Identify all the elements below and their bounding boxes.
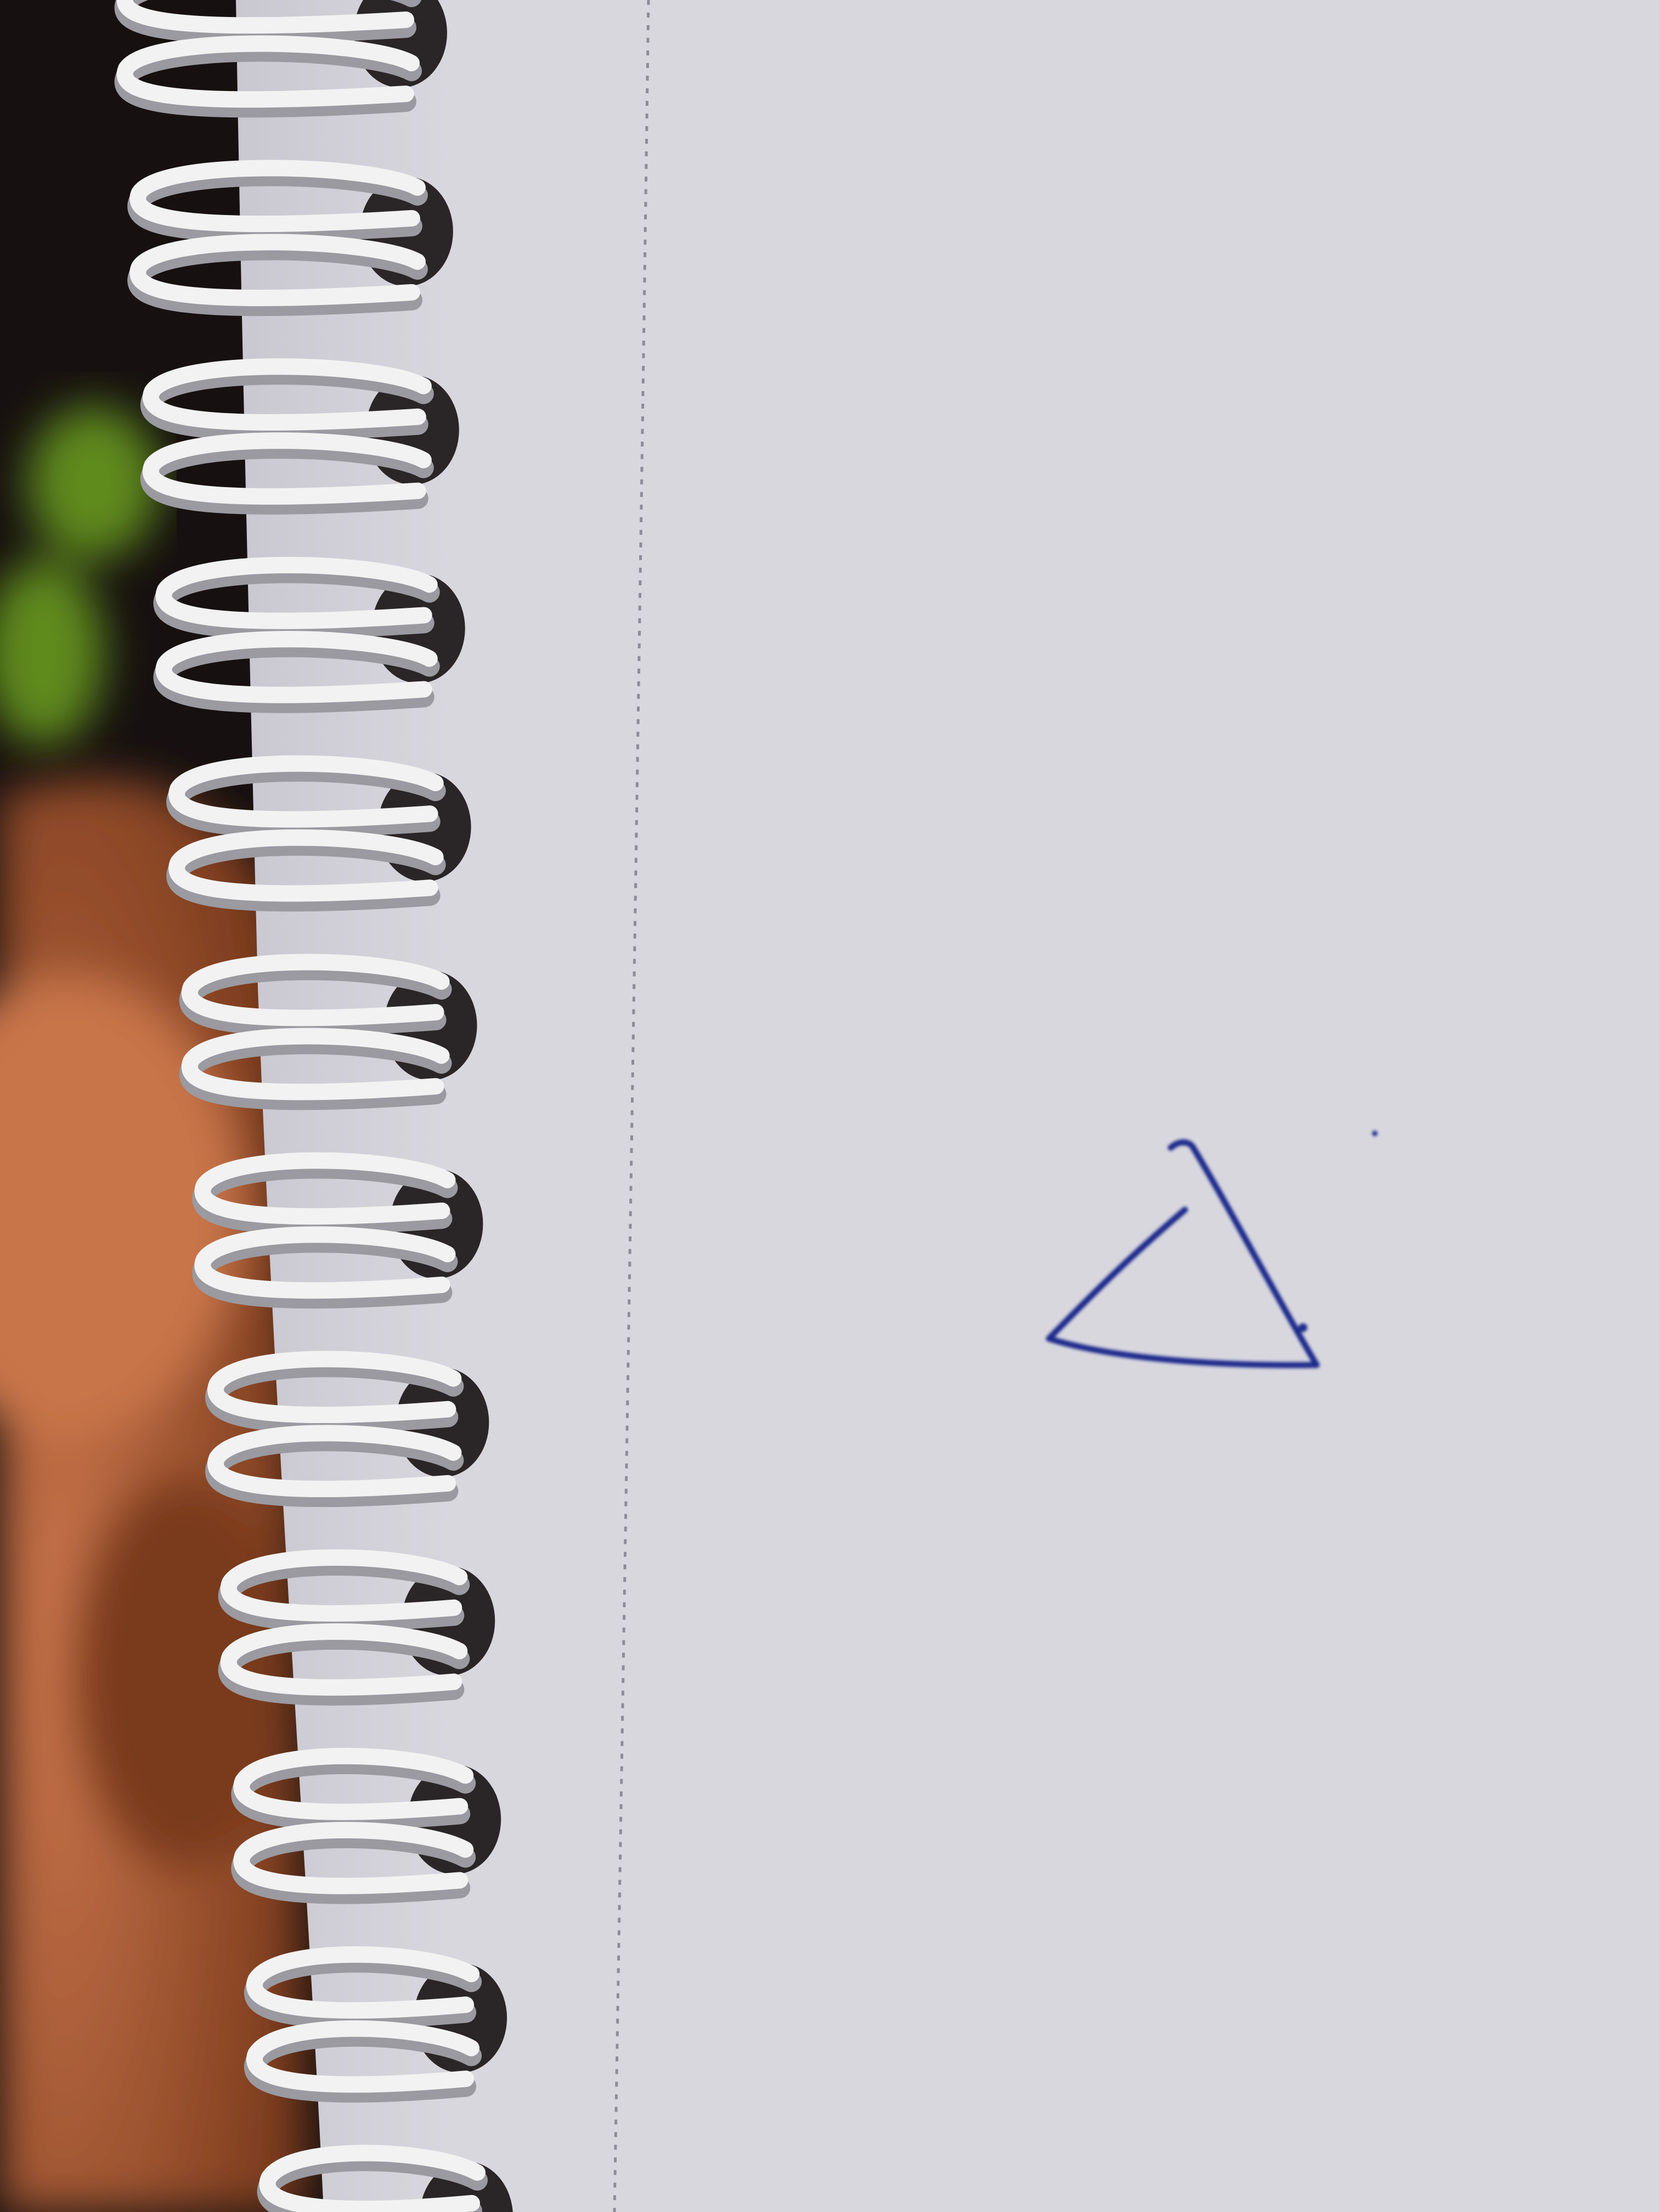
notebook-photo — [0, 0, 1659, 2212]
photo-canvas — [0, 0, 1659, 2212]
